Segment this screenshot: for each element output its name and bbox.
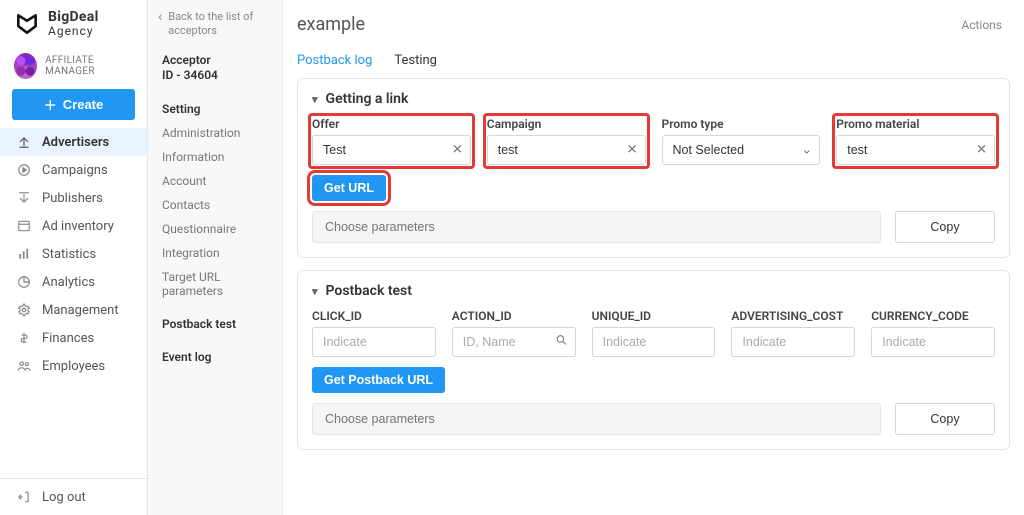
- subnav-account[interactable]: Account: [148, 169, 282, 193]
- tab-testing[interactable]: Testing: [394, 53, 437, 68]
- subnav-event-log[interactable]: Event log: [148, 342, 282, 369]
- brand-logo: BigDeal Agency: [0, 0, 147, 47]
- panel-link-title: Getting a link: [326, 91, 409, 107]
- search-icon[interactable]: [555, 334, 568, 351]
- subnav-contacts[interactable]: Contacts: [148, 193, 282, 217]
- get-postback-url-button[interactable]: Get Postback URL: [312, 367, 445, 393]
- nav-statistics[interactable]: Statistics: [0, 240, 147, 268]
- campaign-input[interactable]: [487, 135, 646, 165]
- promo-material-input[interactable]: [836, 135, 995, 165]
- main-content: example Actions Postback log Testing ▾ G…: [283, 0, 1024, 515]
- field-offer: Offer ✕: [310, 115, 473, 167]
- back-link[interactable]: ‹ Back to the list of acceptors: [148, 8, 282, 49]
- tabs: Postback log Testing: [283, 39, 1024, 78]
- nav-logout[interactable]: Log out: [0, 479, 147, 515]
- play-circle-icon: [16, 162, 32, 178]
- copy-postback-button[interactable]: Copy: [895, 403, 995, 435]
- triangle-down-icon: ▾: [312, 93, 318, 106]
- offer-label: Offer: [312, 117, 471, 131]
- nav-ad-inventory[interactable]: Ad inventory: [0, 212, 147, 240]
- secondary-nav: Setting Administration Information Accou…: [148, 94, 282, 369]
- secondary-sidebar: ‹ Back to the list of acceptors Acceptor…: [148, 0, 283, 515]
- pie-chart-icon: [16, 274, 32, 290]
- subnav-information[interactable]: Information: [148, 145, 282, 169]
- nav-analytics[interactable]: Analytics: [0, 268, 147, 296]
- grid-icon: [16, 218, 32, 234]
- campaign-label: Campaign: [487, 117, 646, 131]
- copy-link-button[interactable]: Copy: [895, 211, 995, 243]
- logout-icon: [16, 489, 32, 505]
- promo-material-label: Promo material: [836, 117, 995, 131]
- clear-icon[interactable]: ✕: [627, 143, 638, 158]
- sidebar-bottom: Log out: [0, 478, 147, 515]
- click-id-label: CLICK_ID: [312, 309, 436, 323]
- clear-icon[interactable]: ✕: [976, 143, 987, 158]
- panel-postback-title-row[interactable]: ▾ Postback test: [312, 283, 995, 299]
- field-currency-code: CURRENCY_CODE: [871, 309, 995, 357]
- field-action-id: ACTION_ID: [452, 309, 576, 357]
- brand-line2: Agency: [48, 25, 99, 38]
- main-nav: Advertisers Campaigns Publishers Ad inve…: [0, 128, 147, 380]
- field-advertising-cost: ADVERTISING_COST: [731, 309, 855, 357]
- adv-cost-input[interactable]: [731, 327, 855, 357]
- field-promo-material: Promo material ✕: [834, 115, 997, 167]
- clear-icon[interactable]: ✕: [452, 143, 463, 158]
- panel-getting-link: ▾ Getting a link Offer ✕ Campaign ✕ Prom…: [297, 78, 1010, 258]
- nav-publishers[interactable]: Publishers: [0, 184, 147, 212]
- subnav-postback-test[interactable]: Postback test: [148, 309, 282, 336]
- nav-finances[interactable]: Finances: [0, 324, 147, 352]
- actions-menu[interactable]: Actions: [961, 18, 1002, 32]
- panel-link-title-row[interactable]: ▾ Getting a link: [312, 91, 995, 107]
- action-id-label: ACTION_ID: [452, 309, 576, 323]
- field-promo-type: Promo type ⌄: [662, 117, 821, 165]
- page-title: example: [297, 14, 365, 35]
- subnav-target-url[interactable]: Target URL parameters: [148, 265, 282, 303]
- subnav-setting[interactable]: Setting: [148, 94, 282, 121]
- subnav-administration[interactable]: Administration: [148, 121, 282, 145]
- unique-id-label: UNIQUE_ID: [592, 309, 716, 323]
- bar-chart-icon: [16, 246, 32, 262]
- create-button[interactable]: ＋ Create: [12, 89, 135, 120]
- panel-postback-test: ▾ Postback test CLICK_ID ACTION_ID: [297, 270, 1010, 450]
- subnav-integration[interactable]: Integration: [148, 241, 282, 265]
- link-params-input[interactable]: [312, 211, 881, 243]
- field-click-id: CLICK_ID: [312, 309, 436, 357]
- field-campaign: Campaign ✕: [485, 115, 648, 167]
- users-icon: [16, 358, 32, 374]
- upload-icon: [16, 134, 32, 150]
- brand-line1: BigDeal: [48, 10, 99, 25]
- affiliate-avatar-icon: [14, 53, 37, 79]
- subnav-questionnaire[interactable]: Questionnaire: [148, 217, 282, 241]
- field-unique-id: UNIQUE_ID: [592, 309, 716, 357]
- create-label: Create: [63, 97, 103, 112]
- panel-postback-title: Postback test: [326, 283, 412, 299]
- triangle-down-icon: ▾: [312, 285, 318, 298]
- dollar-icon: [16, 330, 32, 346]
- gear-icon: [16, 302, 32, 318]
- chevron-left-icon: ‹: [158, 10, 162, 39]
- promo-type-select[interactable]: [662, 135, 821, 165]
- adv-cost-label: ADVERTISING_COST: [731, 309, 855, 323]
- affiliate-label: AFFILIATE MANAGER: [45, 55, 135, 77]
- nav-campaigns[interactable]: Campaigns: [0, 156, 147, 184]
- chevron-down-icon[interactable]: ⌄: [801, 143, 812, 158]
- tab-postback-log[interactable]: Postback log: [297, 53, 372, 68]
- click-id-input[interactable]: [312, 327, 436, 357]
- nav-employees[interactable]: Employees: [0, 352, 147, 380]
- promo-type-label: Promo type: [662, 117, 821, 131]
- currency-input[interactable]: [871, 327, 995, 357]
- currency-label: CURRENCY_CODE: [871, 309, 995, 323]
- download-icon: [16, 190, 32, 206]
- unique-id-input[interactable]: [592, 327, 716, 357]
- offer-input[interactable]: [312, 135, 471, 165]
- main-sidebar: BigDeal Agency AFFILIATE MANAGER ＋ Creat…: [0, 0, 148, 515]
- plus-icon: ＋: [44, 95, 57, 114]
- get-url-button[interactable]: Get URL: [312, 175, 386, 201]
- affiliate-row: AFFILIATE MANAGER: [0, 47, 147, 89]
- postback-params-input[interactable]: [312, 403, 881, 435]
- nav-management[interactable]: Management: [0, 296, 147, 324]
- nav-advertisers[interactable]: Advertisers: [0, 128, 147, 156]
- acceptor-id: Acceptor ID - 34604: [148, 49, 282, 94]
- logo-icon: [14, 11, 40, 37]
